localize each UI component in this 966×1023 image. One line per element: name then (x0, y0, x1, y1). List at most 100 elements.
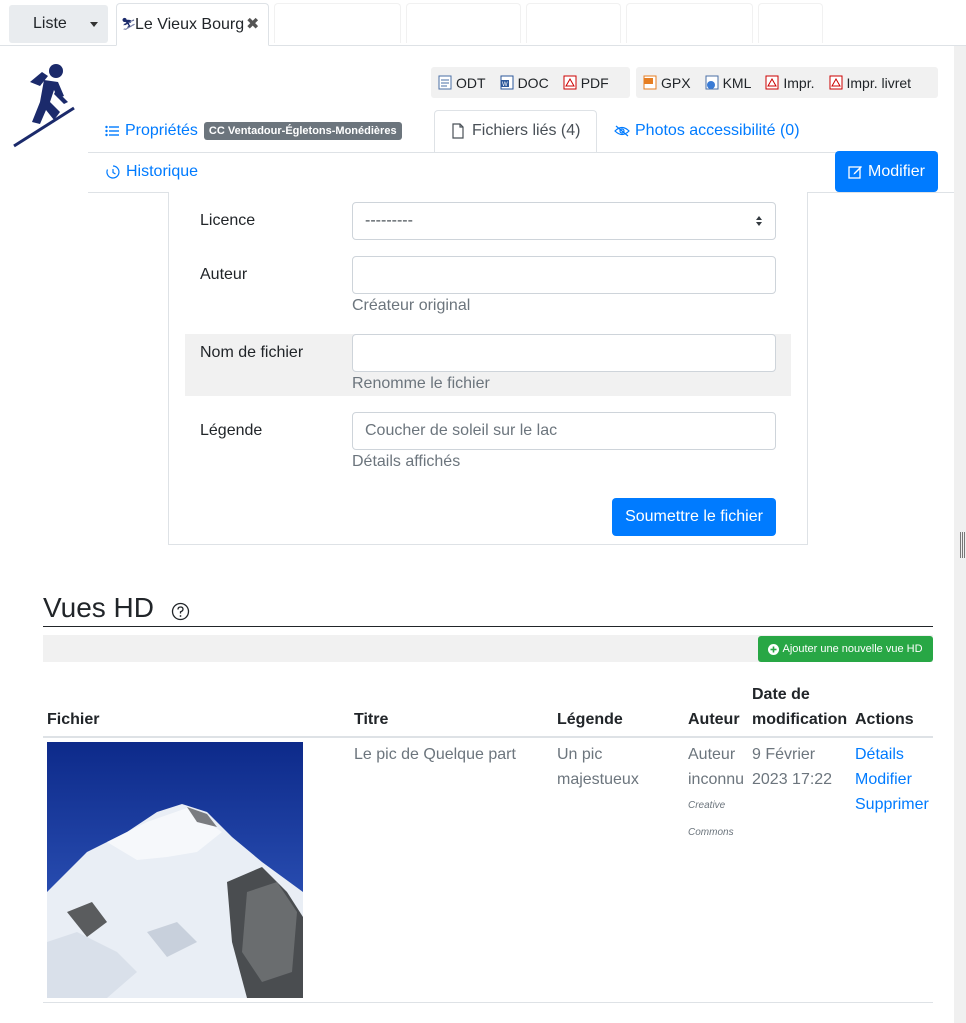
edit-icon (848, 166, 863, 179)
legend-label: Légende (200, 422, 263, 439)
modify-button-label: Modifier (868, 162, 925, 180)
tab-history-label: Historique (126, 163, 199, 180)
export-doc-button[interactable]: W DOC (493, 67, 556, 98)
export-odt-button[interactable]: ODT (431, 67, 493, 98)
hd-row-license-line2: Commons (688, 827, 734, 838)
export-kml-button[interactable]: KML (698, 67, 759, 98)
mountain-photo (47, 742, 303, 998)
hd-row-legend-line2: majestueux (557, 771, 639, 788)
hd-row-title: Le pic de Quelque part (354, 746, 516, 763)
tab-history[interactable]: Historique (105, 163, 198, 181)
details-link[interactable]: Détails (855, 742, 929, 767)
print-booklet-icon (829, 75, 842, 90)
tab-files[interactable]: Fichiers liés (4) (452, 122, 580, 140)
delete-link[interactable]: Supprimer (855, 792, 929, 817)
print-booklet-button[interactable]: Impr. livret (822, 67, 919, 98)
column-header-date-line1: Date de (752, 686, 810, 703)
form-row-licence: Licence --------- (185, 202, 791, 248)
submit-file-button[interactable]: Soumettre le fichier (612, 498, 776, 536)
add-hd-view-button[interactable]: Ajouter une nouvelle vue HD (758, 636, 933, 662)
kml-file-icon (705, 75, 719, 90)
top-tab-bar: Liste ⛷ Le Vieux Bourg ✖ (0, 0, 966, 46)
export-gpx-button[interactable]: GPX (636, 67, 698, 98)
legend-help-text: Détails affichés (352, 453, 461, 470)
print-booklet-label: Impr. livret (846, 74, 912, 91)
gpx-file-icon (643, 75, 657, 90)
ski-touring-icon: ⛷ (121, 17, 137, 31)
liste-label: Liste (33, 15, 67, 32)
object-tab-label: Le Vieux Bourg (135, 16, 245, 33)
status-badge: CC Ventadour-Égletons-Monédières (203, 122, 402, 140)
chevron-down-icon[interactable] (90, 22, 98, 27)
background-tab[interactable] (406, 3, 521, 43)
export-pdf-label: PDF (580, 74, 609, 91)
close-icon[interactable]: ✖ (246, 14, 259, 34)
background-tab[interactable] (626, 3, 753, 43)
column-header-author: Auteur (688, 711, 740, 728)
licence-select-value: --------- (365, 212, 413, 229)
author-field[interactable] (352, 256, 776, 294)
tab-accessibility-label: Photos accessibilité (0) (635, 122, 800, 139)
table-header-divider (43, 736, 933, 738)
filename-label: Nom de fichier (200, 344, 304, 361)
export-gpx-label: GPX (661, 74, 691, 91)
legend-field[interactable]: Coucher de soleil sur le lac (352, 412, 776, 450)
column-header-file: Fichier (47, 711, 100, 728)
background-tab[interactable] (526, 3, 621, 43)
tab-properties-label: Propriétés (125, 122, 198, 139)
list-icon (105, 125, 119, 137)
hd-row-author-line2: inconnu (688, 771, 745, 788)
background-tab[interactable] (274, 3, 401, 43)
export-group-geo: GPX KML Impr. Impr. livret (636, 67, 938, 98)
odt-file-icon (438, 75, 452, 90)
print-pdf-icon (765, 75, 779, 90)
tab-files-label: Fichiers liés (4) (472, 122, 581, 139)
tab-properties[interactable]: Propriétés CC Ventadour-Égletons-Monédiè… (105, 122, 402, 140)
export-group-documents: ODT W DOC PDF (431, 67, 630, 98)
eye-slash-icon (614, 125, 630, 137)
plus-circle-icon (768, 643, 780, 655)
ski-touring-logo-icon (13, 64, 75, 148)
file-icon (452, 123, 464, 139)
add-hd-view-label: Ajouter une nouvelle vue HD (782, 643, 923, 655)
liste-dropdown-button[interactable]: Liste (9, 5, 108, 43)
licence-label: Licence (200, 212, 256, 229)
hd-title-underline (43, 626, 933, 627)
form-row-legend: Légende Coucher de soleil sur le lac Dét… (185, 412, 791, 474)
hd-row-author: Auteur inconnu Creative Commons (688, 742, 746, 846)
form-row-author: Auteur Créateur original (185, 256, 791, 318)
column-header-actions: Actions (855, 711, 914, 728)
hd-row-date: 9 Février 2023 17:22 (752, 742, 832, 792)
author-help-text: Créateur original (352, 297, 471, 314)
hd-view-thumbnail[interactable] (47, 742, 303, 998)
svg-text:W: W (502, 82, 508, 88)
column-header-legend: Légende (557, 711, 623, 728)
hd-row-license-line1: Creative (688, 800, 726, 811)
print-button[interactable]: Impr. (758, 67, 821, 98)
hd-row-legend-line1: Un pic (557, 746, 603, 763)
print-label: Impr. (783, 74, 815, 91)
object-tab[interactable]: ⛷ Le Vieux Bourg ✖ (116, 3, 269, 46)
licence-select[interactable]: --------- (352, 202, 776, 240)
author-label: Auteur (200, 266, 248, 283)
hd-row-author-line1: Auteur (688, 746, 736, 763)
modify-link[interactable]: Modifier (855, 767, 929, 792)
select-arrows-icon (756, 216, 762, 226)
column-header-title: Titre (354, 711, 389, 728)
pdf-file-icon (563, 75, 577, 90)
help-icon[interactable] (171, 602, 190, 621)
hd-row-date-line1: 9 Février (752, 746, 816, 763)
export-odt-label: ODT (456, 74, 486, 91)
hd-row-date-line2: 2023 17:22 (752, 771, 833, 788)
clock-history-icon (106, 165, 120, 179)
modify-button[interactable]: Modifier (835, 151, 938, 192)
export-doc-label: DOC (517, 74, 549, 91)
resize-handle[interactable] (960, 532, 965, 558)
tabs-divider (88, 152, 938, 153)
column-header-date: Date de modification (752, 682, 847, 732)
export-pdf-button[interactable]: PDF (556, 67, 616, 98)
filename-field[interactable] (352, 334, 776, 372)
background-tab[interactable] (758, 3, 823, 43)
table-row-divider (43, 1002, 933, 1003)
tab-accessibility-photos[interactable]: Photos accessibilité (0) (614, 122, 800, 140)
